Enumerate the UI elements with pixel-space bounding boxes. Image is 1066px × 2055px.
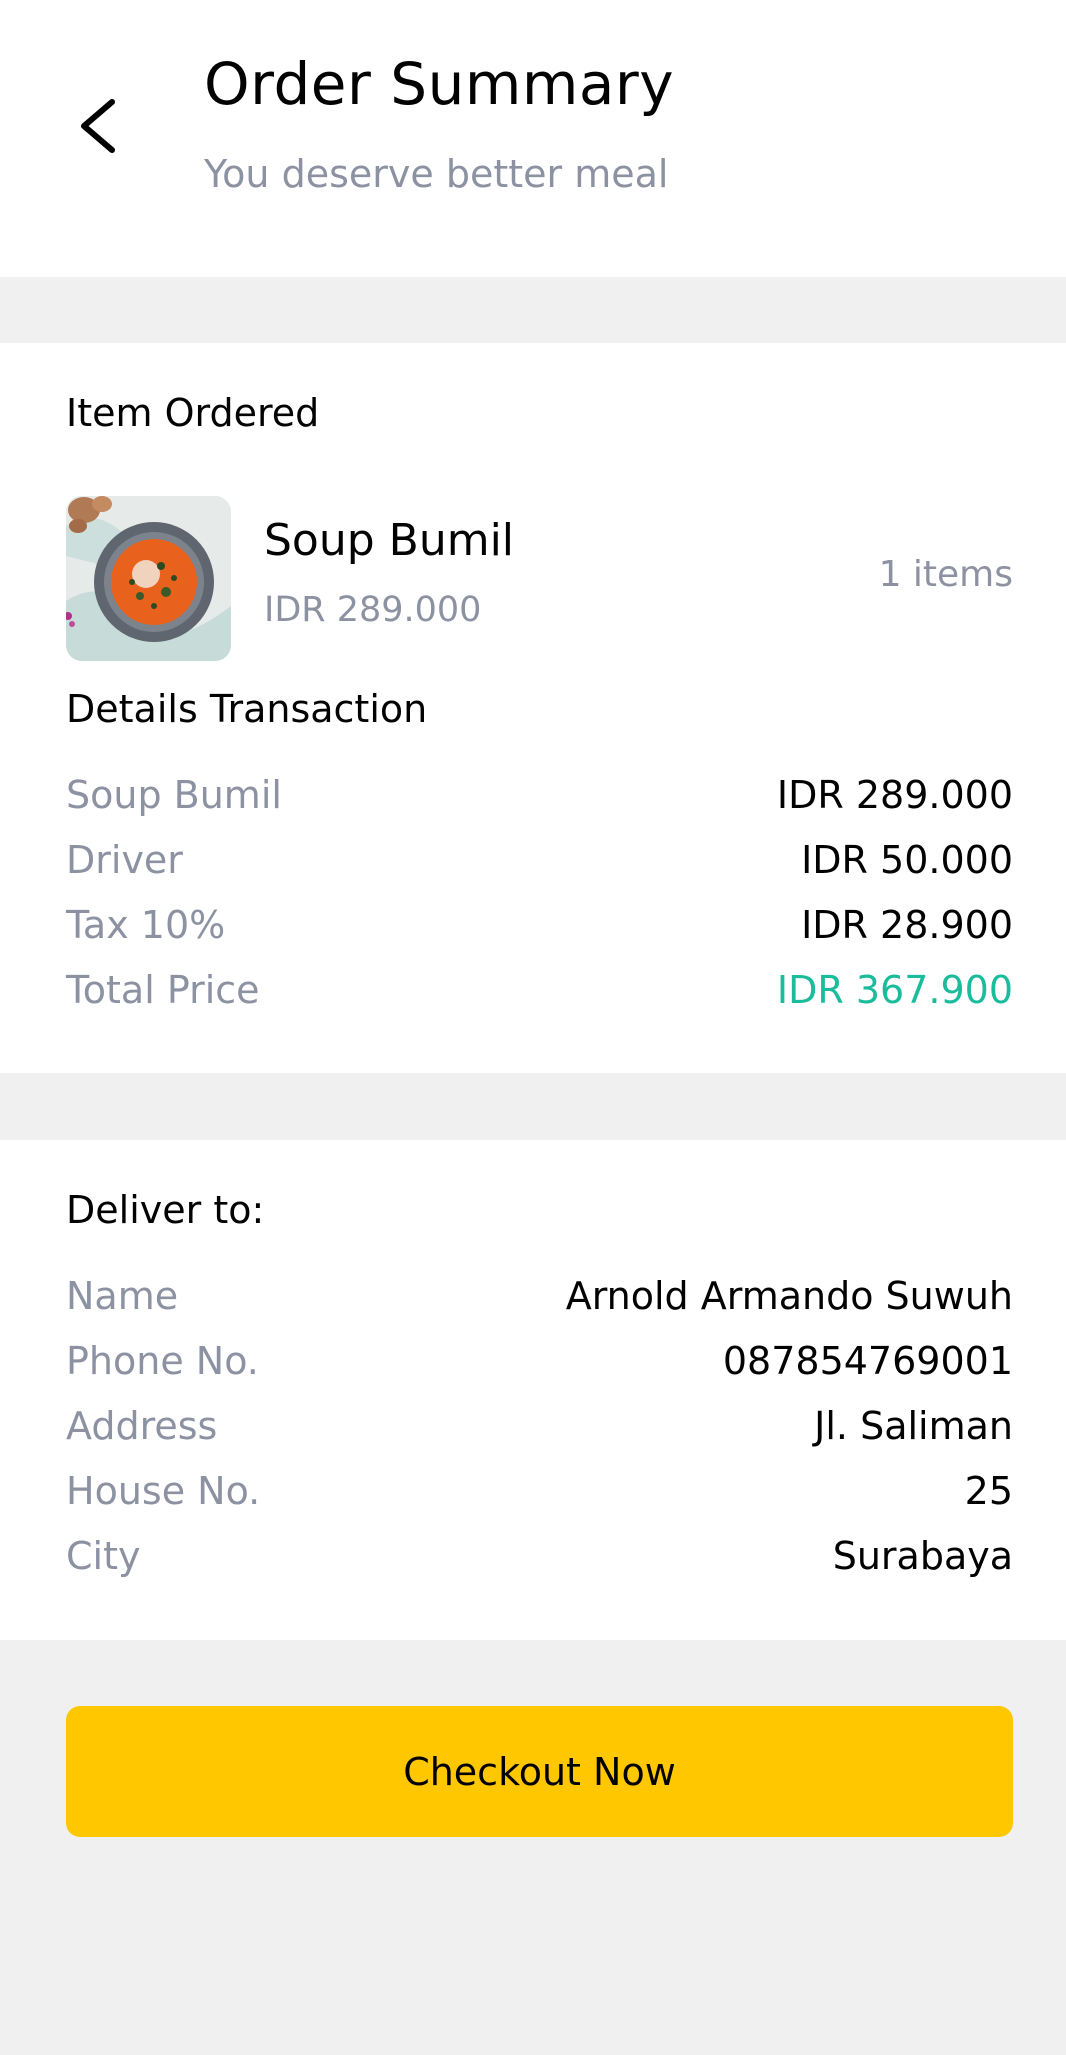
delivery-row-house-no: House No. 25 (66, 1469, 1013, 1519)
deliver-to-title: Deliver to: (66, 1188, 265, 1232)
checkout-now-button[interactable]: Checkout Now (66, 1706, 1013, 1837)
order-card: Item Ordered Soup Bumil IDR 289.000 1 it… (0, 343, 1066, 1073)
delivery-value: 25 (964, 1469, 1013, 1513)
back-button[interactable] (66, 88, 136, 164)
delivery-label: City (66, 1534, 141, 1578)
chevron-left-icon (81, 99, 115, 153)
transaction-value: IDR 289.000 (776, 773, 1013, 817)
food-name: Soup Bumil (264, 515, 515, 566)
total-price-label: Total Price (66, 968, 260, 1012)
page-title: Order Summary (204, 50, 675, 118)
delivery-value: 087854769001 (722, 1339, 1013, 1383)
transaction-value: IDR 50.000 (801, 838, 1013, 882)
page-subtitle: You deserve better meal (204, 152, 669, 196)
delivery-label: Phone No. (66, 1339, 259, 1383)
delivery-row-address: Address Jl. Saliman (66, 1404, 1013, 1454)
delivery-value: Jl. Saliman (814, 1404, 1013, 1448)
transaction-row-food: Soup Bumil IDR 289.000 (66, 773, 1013, 823)
item-ordered-title: Item Ordered (66, 391, 320, 435)
transaction-row-tax: Tax 10% IDR 28.900 (66, 903, 1013, 953)
delivery-value: Surabaya (832, 1534, 1013, 1578)
delivery-row-city: City Surabaya (66, 1534, 1013, 1584)
transaction-label: Driver (66, 838, 183, 882)
delivery-value: Arnold Armando Suwuh (565, 1274, 1013, 1318)
delivery-label: Address (66, 1404, 218, 1448)
transaction-row-driver: Driver IDR 50.000 (66, 838, 1013, 888)
details-transaction-title: Details Transaction (66, 687, 428, 731)
delivery-label: Name (66, 1274, 179, 1318)
header: Order Summary You deserve better meal (0, 0, 1066, 277)
food-price: IDR 289.000 (264, 590, 482, 630)
delivery-row-phone: Phone No. 087854769001 (66, 1339, 1013, 1389)
transaction-label: Tax 10% (66, 903, 226, 947)
delivery-label: House No. (66, 1469, 261, 1513)
delivery-card: Deliver to: Name Arnold Armando Suwuh Ph… (0, 1140, 1066, 1640)
transaction-row-total: Total Price IDR 367.900 (66, 968, 1013, 1018)
delivery-row-name: Name Arnold Armando Suwuh (66, 1274, 1013, 1324)
food-image (66, 496, 231, 661)
transaction-value: IDR 28.900 (801, 903, 1013, 947)
transaction-label: Soup Bumil (66, 773, 282, 817)
item-count: 1 items (878, 554, 1013, 595)
total-price-value: IDR 367.900 (776, 968, 1013, 1012)
